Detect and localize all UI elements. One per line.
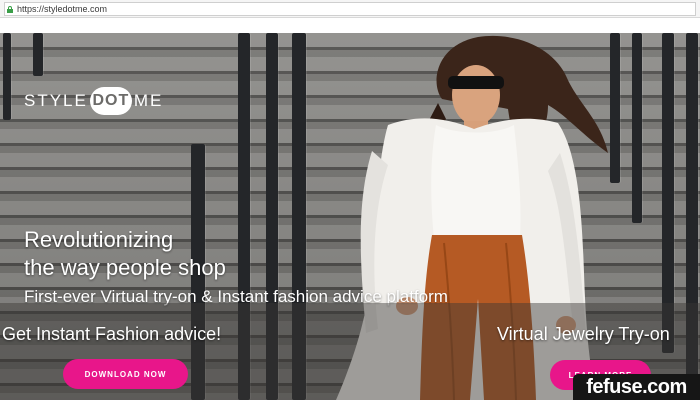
jewelry-tryon-heading: Virtual Jewelry Try-on bbox=[497, 324, 670, 344]
logo-dot-badge: DOT bbox=[89, 87, 132, 115]
hero-headline: Revolutionizing the way people shop bbox=[24, 226, 226, 282]
url-field[interactable]: https://styledotme.com bbox=[4, 2, 696, 16]
sunglasses bbox=[448, 76, 504, 89]
headline-line-2: the way people shop bbox=[24, 255, 226, 280]
download-now-button[interactable]: DOWNLOAD NOW bbox=[63, 359, 188, 389]
logo-text-me: ME bbox=[133, 91, 164, 110]
logo-text-dot: DOT bbox=[92, 92, 130, 109]
logo-text-style: STYLE bbox=[24, 91, 88, 110]
site-logo[interactable]: STYLE DOT ME bbox=[24, 87, 163, 115]
browser-address-bar: https://styledotme.com bbox=[0, 0, 700, 18]
url-text: https://styledotme.com bbox=[17, 4, 108, 14]
lock-icon bbox=[7, 5, 13, 13]
watermark: fefuse.com bbox=[573, 374, 700, 400]
headline-line-1: Revolutionizing bbox=[24, 227, 174, 252]
model-face bbox=[452, 65, 500, 125]
white-sweater bbox=[431, 125, 521, 239]
fashion-advice-heading: Get Instant Fashion advice! bbox=[2, 324, 222, 344]
